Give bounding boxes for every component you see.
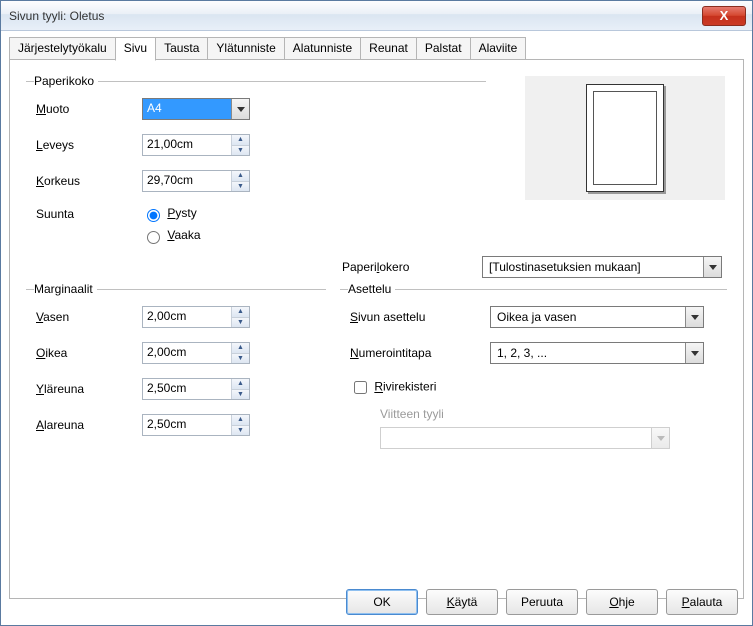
register-checkbox[interactable] [354,381,367,394]
label-margin-bottom: Alareuna [36,418,142,432]
client-area: Järjestelytyökalu Sivu Tausta Ylätunnist… [1,31,752,625]
tab-header[interactable]: Ylätunniste [207,37,284,60]
spin-up-icon[interactable]: ▲ [232,171,249,182]
label-width: Leveys [36,138,142,152]
width-value: 21,00cm [143,135,231,155]
label-margin-top: Yläreuna [36,382,142,396]
label-pagelayout: Sivun asettelu [350,310,490,324]
label-margin-right: Oikea [36,346,142,360]
format-combo[interactable]: A4 [142,98,250,120]
register-checkbox-row[interactable]: Rivirekisteri [350,378,436,397]
margin-bottom-value: 2,50cm [143,415,231,435]
margin-right-value: 2,00cm [143,343,231,363]
tab-borders[interactable]: Reunat [360,37,417,60]
radio-landscape[interactable] [147,231,160,244]
tray-dropdown-button[interactable] [703,257,721,277]
margin-left-value: 2,00cm [143,307,231,327]
pagelayout-value: Oikea ja vasen [491,308,685,326]
reset-button[interactable]: Palauta [666,589,738,615]
margin-left-spinner[interactable]: 2,00cm ▲▼ [142,306,250,328]
chevron-down-icon [691,315,699,320]
height-value: 29,70cm [143,171,231,191]
spin-down-icon[interactable]: ▼ [232,390,249,400]
group-margins-legend: Marginaalit [34,282,97,296]
tray-select[interactable]: [Tulostinasetuksien mukaan] [482,256,722,278]
pagelayout-select[interactable]: Oikea ja vasen [490,306,704,328]
margin-top-value: 2,50cm [143,379,231,399]
spin-down-icon[interactable]: ▼ [232,426,249,436]
tab-columns[interactable]: Palstat [416,37,471,60]
tab-footnote[interactable]: Alaviite [470,37,527,60]
group-paper: Paperikoko MMuotouoto A4 Leveys 21,00 [26,74,486,258]
titlebar: Sivun tyyli: Oletus X [1,1,752,31]
spin-up-icon[interactable]: ▲ [232,415,249,426]
orientation-landscape-option[interactable]: Vaaka [142,228,201,244]
chevron-down-icon [237,107,245,112]
spin-up-icon[interactable]: ▲ [232,307,249,318]
close-icon: X [720,8,729,23]
numbering-select[interactable]: 1, 2, 3, ... [490,342,704,364]
label-tray: Paperilokero [342,260,482,274]
refstyle-dropdown-button [651,428,669,448]
spin-down-icon[interactable]: ▼ [232,146,249,156]
numbering-dropdown-button[interactable] [685,343,703,363]
group-layout: Asettelu Sivun asettelu Oikea ja vasen [340,282,727,463]
page-preview [525,76,725,200]
spin-down-icon[interactable]: ▼ [232,318,249,328]
height-spinner[interactable]: 29,70cm ▲▼ [142,170,250,192]
chevron-down-icon [691,351,699,356]
label-orientation: Suunta [36,207,142,221]
margin-top-spinner[interactable]: 2,50cm ▲▼ [142,378,250,400]
spin-up-icon[interactable]: ▲ [232,343,249,354]
label-refstyle: Viitteen tyyli [380,407,444,421]
width-spinner[interactable]: 21,00cm ▲▼ [142,134,250,156]
chevron-down-icon [709,265,717,270]
format-dropdown-button[interactable] [231,99,249,119]
chevron-down-icon [657,436,665,441]
apply-button[interactable]: Käytä [426,589,498,615]
tab-footer[interactable]: Alatunniste [284,37,361,60]
tab-organizer[interactable]: Järjestelytyökalu [9,37,116,60]
label-height: Korkeus [36,174,142,188]
orientation-portrait-option[interactable]: Pysty [142,206,197,222]
page-preview-page [586,84,664,192]
button-bar: OK Käytä Peruuta Ohje Palauta [346,589,738,615]
pagelayout-dropdown-button[interactable] [685,307,703,327]
label-margin-left: Vasen [36,310,142,324]
window-title: Sivun tyyli: Oletus [9,9,702,23]
margin-bottom-spinner[interactable]: 2,50cm ▲▼ [142,414,250,436]
margin-right-spinner[interactable]: 2,00cm ▲▼ [142,342,250,364]
tab-page[interactable]: Sivu [115,37,156,61]
group-layout-legend: Asettelu [348,282,395,296]
spin-up-icon[interactable]: ▲ [232,135,249,146]
refstyle-select [380,427,670,449]
numbering-value: 1, 2, 3, ... [491,344,685,362]
tab-background[interactable]: Tausta [155,37,208,60]
spin-up-icon[interactable]: ▲ [232,379,249,390]
tab-panel: Paperikoko MMuotouoto A4 Leveys 21,00 [9,59,744,599]
group-margins: Marginaalit Vasen 2,00cm ▲▼ Oikea [26,282,326,450]
label-format: MMuotouoto [36,102,142,116]
radio-portrait[interactable] [147,209,160,222]
format-value: A4 [143,99,231,119]
dialog-window: Sivun tyyli: Oletus X Järjestelytyökalu … [0,0,753,626]
close-button[interactable]: X [702,6,746,26]
ok-button[interactable]: OK [346,589,418,615]
cancel-button[interactable]: Peruuta [506,589,578,615]
tray-value: [Tulostinasetuksien mukaan] [483,258,703,276]
group-paper-legend: Paperikoko [34,74,98,88]
spin-down-icon[interactable]: ▼ [232,182,249,192]
label-numbering: Numerointitapa [350,346,490,360]
spin-down-icon[interactable]: ▼ [232,354,249,364]
tabs: Järjestelytyökalu Sivu Tausta Ylätunnist… [9,37,525,60]
help-button[interactable]: Ohje [586,589,658,615]
